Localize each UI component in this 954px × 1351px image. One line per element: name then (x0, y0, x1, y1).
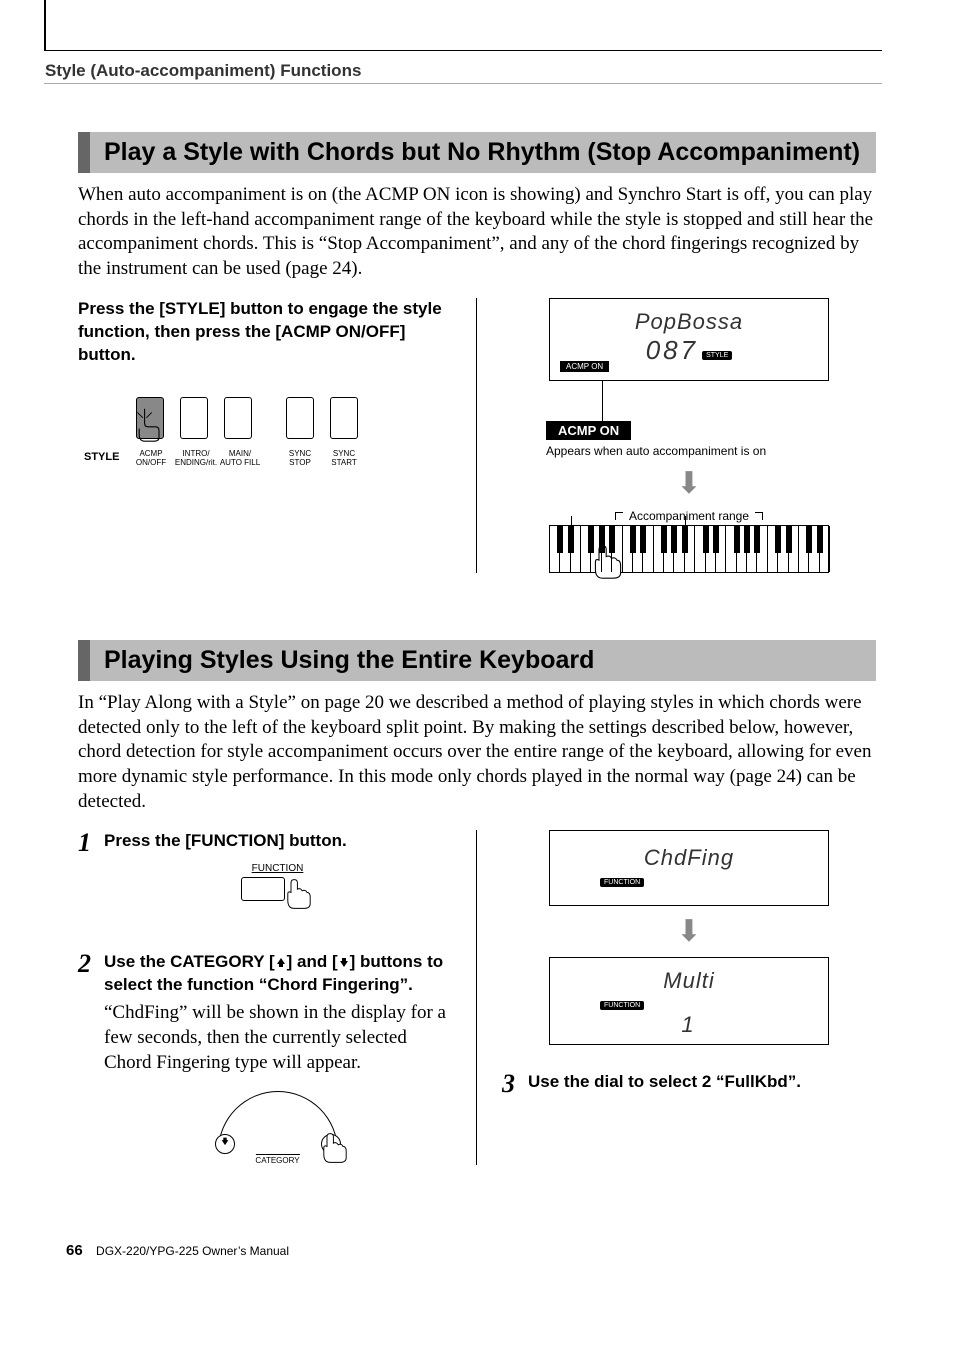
hand-press-icon (283, 877, 315, 911)
section1-paragraph: When auto accompaniment is on (the ACMP … (78, 183, 876, 282)
style-label: STYLE (84, 451, 119, 463)
keyboard-diagram (549, 525, 829, 573)
black-key (557, 526, 563, 554)
step-2: 2 Use the CATEGORY [] and [] buttons to … (78, 951, 451, 1161)
black-key (703, 526, 709, 554)
section1-right-col: PopBossa 087 STYLE ACMP ON ACMP ON Appea… (477, 298, 876, 573)
black-key (713, 526, 719, 554)
black-key (754, 526, 760, 554)
style-panel-diagram: STYLE ACMP ON/OFF INTRO/ ENDING/rit. MAI… (84, 381, 451, 491)
lcd-multi-tag: FUNCTION (600, 1001, 644, 1010)
accomp-range-label: Accompaniment range (623, 509, 755, 523)
lcd-style-number: 087 (646, 335, 698, 365)
page-footer: 66 DGX-220/YPG-225 Owner’s Manual (66, 1242, 289, 1259)
category-down-button (215, 1134, 235, 1154)
panel-label-acmp: ACMP ON/OFF (134, 449, 168, 467)
accomp-range-label-row: Accompaniment range (502, 509, 876, 523)
lcd-chdfing-name: ChdFing (560, 845, 818, 871)
step3-text: Use the dial to select 2 “FullKbd”. (528, 1071, 876, 1094)
black-key (630, 526, 636, 554)
section1-instruction: Press the [STYLE] button to engage the s… (78, 298, 451, 367)
black-key (609, 526, 615, 554)
black-key (568, 526, 574, 554)
black-key (744, 526, 750, 554)
black-key (817, 526, 823, 554)
section2-left-col: 1 Press the [FUNCTION] button. FUNCTION … (78, 830, 477, 1165)
black-key (588, 526, 594, 554)
panel-btn-intro (180, 397, 208, 439)
range-mark (685, 516, 686, 526)
category-down-icon (220, 1136, 230, 1146)
step-1: 1 Press the [FUNCTION] button. FUNCTION (78, 830, 451, 911)
page-number: 66 (66, 1242, 83, 1259)
step2-text-b: ] and [ (287, 952, 338, 971)
function-button-icon (241, 877, 285, 901)
panel-btn-syncstop (286, 397, 314, 439)
step2-number: 2 (78, 951, 96, 1161)
section2-heading: Playing Styles Using the Entire Keyboard (78, 640, 876, 681)
manual-title: DGX-220/YPG-225 Owner’s Manual (96, 1244, 289, 1258)
step2-text-a: Use the CATEGORY [ (104, 952, 275, 971)
black-key (671, 526, 677, 554)
panel-btn-main (224, 397, 252, 439)
function-button-diagram: FUNCTION (104, 863, 451, 911)
section2-paragraph: In “Play Along with a Style” on page 20 … (78, 691, 876, 814)
lcd-style-name: PopBossa (560, 309, 818, 335)
section1-heading: Play a Style with Chords but No Rhythm (… (78, 132, 876, 173)
category-up-icon (275, 956, 287, 968)
function-label: FUNCTION (104, 863, 451, 874)
lcd-display-chdfing: ChdFing FUNCTION (549, 830, 829, 906)
panel-label-main: MAIN/ AUTO FILL (218, 449, 262, 467)
black-key (734, 526, 740, 554)
black-key (786, 526, 792, 554)
lcd-chdfing-tag: FUNCTION (600, 878, 644, 887)
acmp-on-badge: ACMP ON (546, 421, 631, 440)
black-key (775, 526, 781, 554)
finger-press-icon (132, 405, 168, 445)
panel-btn-syncstart (330, 397, 358, 439)
black-key (661, 526, 667, 554)
callout-line (602, 381, 603, 421)
black-key (806, 526, 812, 554)
category-down-icon (338, 956, 350, 968)
panel-label-syncstop: SYNC STOP (282, 449, 318, 467)
page-corner-h (44, 50, 882, 51)
black-key (599, 526, 605, 554)
page-corner-v (44, 0, 46, 50)
range-mark (571, 516, 572, 526)
section-stop-accompaniment: Play a Style with Chords but No Rhythm (… (0, 132, 954, 573)
category-label: CATEGORY (255, 1154, 299, 1165)
acmp-caption: Appears when auto accompaniment is on (546, 444, 876, 458)
lcd-multi-name: Multi (560, 968, 818, 994)
lcd-multi-number: 1 (560, 1012, 818, 1038)
step1-number: 1 (78, 830, 96, 911)
lcd-display-popbossa: PopBossa 087 STYLE ACMP ON (549, 298, 829, 381)
section-entire-keyboard: Playing Styles Using the Entire Keyboard… (0, 640, 954, 1165)
lcd-style-tag: STYLE (702, 351, 732, 360)
black-key (682, 526, 688, 554)
down-arrow-icon: ⬇ (502, 466, 876, 501)
section2-right-col: ChdFing FUNCTION ⬇ Multi FUNCTION 1 3 Us… (477, 830, 876, 1165)
lcd-display-multi: Multi FUNCTION 1 (549, 957, 829, 1045)
chapter-title: Style (Auto-accompaniment) Functions (45, 61, 361, 81)
step-3: 3 Use the dial to select 2 “FullKbd”. (502, 1071, 876, 1097)
step1-text: Press the [FUNCTION] button. (104, 830, 451, 853)
down-arrow-icon: ⬇ (502, 914, 876, 949)
section1-left-col: Press the [STYLE] button to engage the s… (78, 298, 477, 573)
header-underline (44, 83, 882, 84)
hand-press-icon (319, 1131, 351, 1165)
panel-label-syncstart: SYNC START (326, 449, 362, 467)
category-dial-diagram: CATEGORY (104, 1091, 451, 1161)
step3-number: 3 (502, 1071, 520, 1097)
lcd-acmp-indicator: ACMP ON (560, 361, 609, 372)
panel-label-intro: INTRO/ ENDING/rit. (174, 449, 218, 467)
black-key (640, 526, 646, 554)
step2-sub: “ChdFing” will be shown in the display f… (104, 1001, 451, 1075)
step2-text: Use the CATEGORY [] and [] buttons to se… (104, 951, 451, 997)
